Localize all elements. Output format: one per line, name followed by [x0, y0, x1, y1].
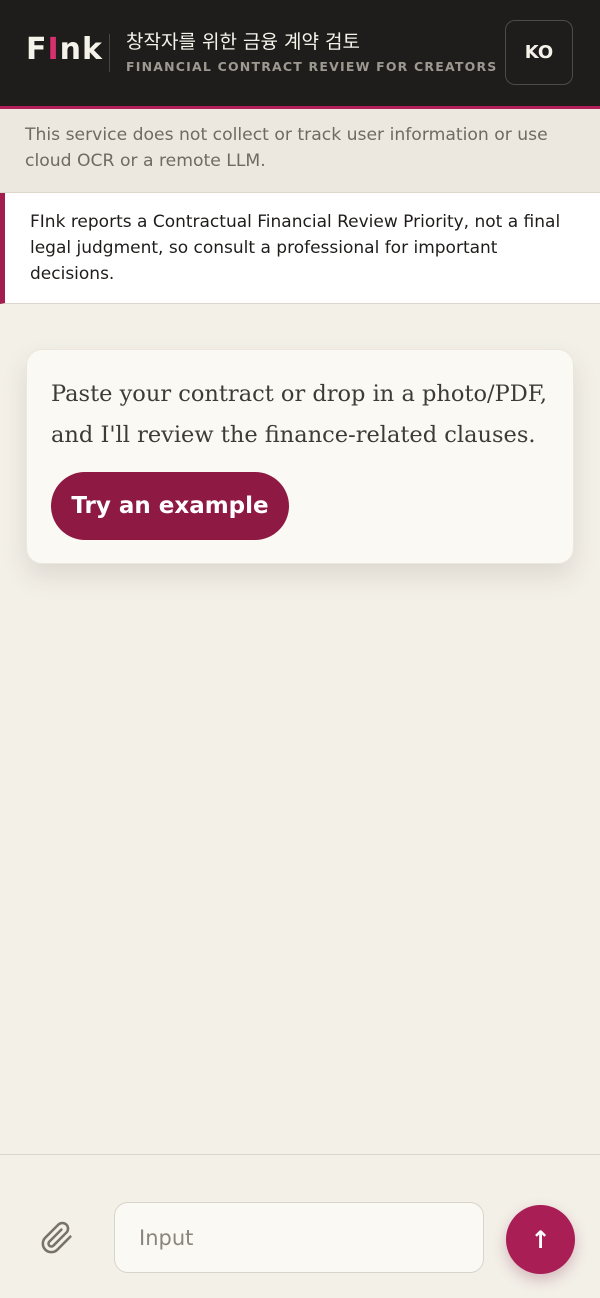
app-title: 창작자를 위한 금융 계약 검토	[126, 31, 360, 53]
try-example-button[interactable]: Try an example	[51, 472, 289, 540]
intro-message-text: Paste your contract or drop in a photo/P…	[51, 381, 548, 448]
logo-text-accent: I	[47, 32, 60, 67]
paperclip-icon[interactable]	[40, 1221, 74, 1255]
app-header: FInk 창작자를 위한 금융 계약 검토 FINANCIAL CONTRACT…	[0, 0, 600, 109]
legal-disclaimer: FInk reports a Contractual Financial Rev…	[0, 193, 600, 304]
header-divider	[109, 34, 110, 72]
app-subtitle: FINANCIAL CONTRACT REVIEW FOR CREATORS	[126, 59, 498, 74]
language-toggle-button[interactable]: KO	[505, 20, 573, 85]
send-button[interactable]: ↑	[506, 1205, 575, 1274]
message-composer: ↑	[0, 1154, 600, 1298]
arrow-up-icon: ↑	[530, 1225, 551, 1254]
logo-text-start: F	[26, 32, 48, 67]
message-input[interactable]	[114, 1202, 484, 1273]
logo-text-end: nk	[59, 32, 103, 67]
fink-logo[interactable]: FInk	[26, 32, 103, 68]
privacy-notice: This service does not collect or track u…	[0, 109, 600, 193]
intro-message-card: Paste your contract or drop in a photo/P…	[26, 349, 574, 564]
